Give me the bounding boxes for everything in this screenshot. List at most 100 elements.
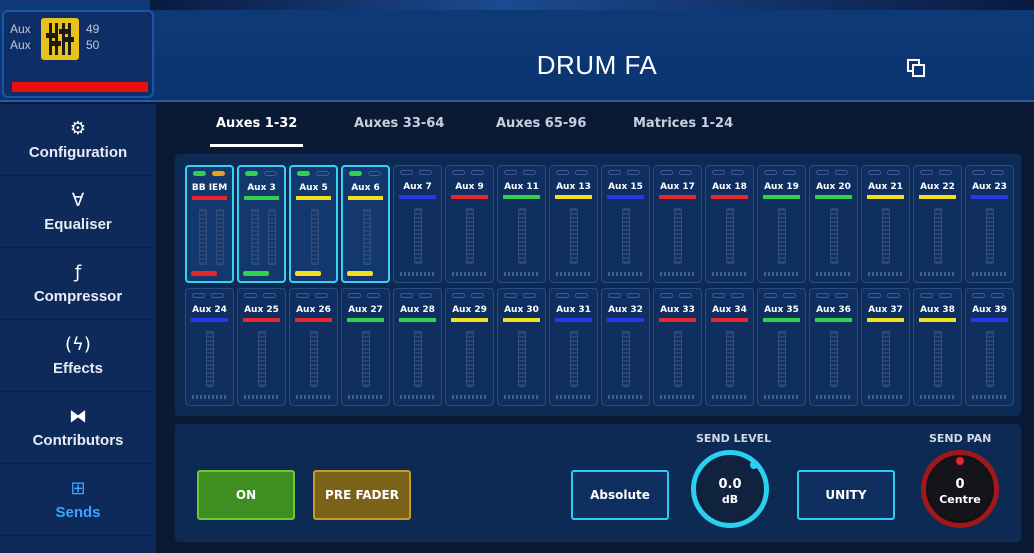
effects-icon: (ϟ): [65, 334, 91, 355]
level-scale: [764, 395, 799, 399]
level-meter: [778, 208, 786, 264]
aux-strip[interactable]: Aux 35: [757, 288, 806, 406]
aux-strip[interactable]: Aux 30: [497, 288, 546, 406]
strip-name: Aux 39: [972, 305, 1007, 315]
strip-color-bar: [451, 318, 488, 322]
level-meter: [934, 331, 942, 387]
level-meter: [414, 331, 422, 387]
pre-fader-button[interactable]: PRE FADER: [313, 470, 411, 520]
strip-name: Aux 26: [296, 305, 331, 315]
sidebar-item-compressor[interactable]: ƒ Compressor: [0, 248, 156, 320]
aux-strip[interactable]: Aux 21: [861, 165, 910, 283]
level-meter: [258, 331, 266, 387]
level-meter: [466, 331, 474, 387]
strip-name: Aux 31: [556, 305, 591, 315]
aux-strip[interactable]: Aux 24: [185, 288, 234, 406]
strip-color-bar: [763, 195, 800, 199]
aux-strip[interactable]: Aux 33: [653, 288, 702, 406]
aux-strip[interactable]: Aux 29: [445, 288, 494, 406]
send-pan-knob[interactable]: 0 Centre: [921, 450, 999, 528]
aux-strip[interactable]: Aux 26: [289, 288, 338, 406]
aux-strip[interactable]: Aux 28: [393, 288, 442, 406]
sidebar-item-effects[interactable]: (ϟ) Effects: [0, 320, 156, 392]
aux-strip[interactable]: Aux 6: [341, 165, 390, 283]
level-scale: [192, 395, 227, 399]
unity-button[interactable]: UNITY: [797, 470, 895, 520]
aux-strip[interactable]: Aux 36: [809, 288, 858, 406]
strip-color-bar: [919, 195, 956, 199]
strip-leds: [868, 170, 900, 175]
on-button[interactable]: ON: [197, 470, 295, 520]
aux-strip[interactable]: Aux 18: [705, 165, 754, 283]
channel-selector[interactable]: Aux Aux 49 50: [2, 10, 154, 98]
aux-strip[interactable]: Aux 31: [549, 288, 598, 406]
tab-auxes-33-64[interactable]: Auxes 33-64: [354, 116, 444, 131]
level-scale: [504, 272, 539, 276]
strip-leds: [920, 293, 952, 298]
strip-color-bar: [607, 195, 644, 199]
sends-icon: ⊞: [70, 478, 86, 499]
aux-strip[interactable]: Aux 27: [341, 288, 390, 406]
level-scale: [400, 272, 435, 276]
aux-strip[interactable]: Aux 39: [965, 288, 1014, 406]
aux-strip[interactable]: Aux 17: [653, 165, 702, 283]
aux-strip[interactable]: Aux 11: [497, 165, 546, 283]
level-scale: [608, 395, 643, 399]
aux-strip[interactable]: Aux 23: [965, 165, 1014, 283]
strip-name: Aux 6: [351, 183, 380, 193]
sidebar-item-contributors[interactable]: ⧓ Contributors: [0, 392, 156, 464]
strip-leds: [193, 171, 225, 176]
strip-color-bar: [555, 318, 592, 322]
aux-strip[interactable]: Aux 7: [393, 165, 442, 283]
send-level-indicator: [347, 271, 373, 276]
aux-strip[interactable]: Aux 34: [705, 288, 754, 406]
absolute-button[interactable]: Absolute: [571, 470, 669, 520]
aux-strip[interactable]: Aux 22: [913, 165, 962, 283]
tab-matrices-1-24[interactable]: Matrices 1-24: [633, 116, 733, 131]
copy-window-icon[interactable]: [906, 58, 926, 78]
send-level-value: 0.0: [718, 477, 742, 492]
level-meter: [830, 208, 838, 264]
strip-leds: [868, 293, 900, 298]
strip-leds: [608, 170, 640, 175]
strip-name: Aux 5: [299, 183, 328, 193]
sidebar-item-sends[interactable]: ⊞ Sends: [0, 464, 156, 536]
strip-leds: [972, 170, 1004, 175]
level-meter: [882, 208, 890, 264]
aux-strip[interactable]: Aux 37: [861, 288, 910, 406]
sidebar-item-equaliser[interactable]: ∀ Equaliser: [0, 176, 156, 248]
tab-auxes-1-32[interactable]: Auxes 1-32: [209, 116, 304, 147]
level-meter: [363, 209, 371, 265]
strip-leds: [504, 170, 536, 175]
level-meter: [414, 208, 422, 264]
aux-strip[interactable]: Aux 3: [237, 165, 286, 283]
strip-color-bar: [503, 318, 540, 322]
aux-strip[interactable]: Aux 25: [237, 288, 286, 406]
aux-strip[interactable]: Aux 20: [809, 165, 858, 283]
strip-name: Aux 38: [920, 305, 955, 315]
level-meter: [570, 208, 578, 264]
aux-strip[interactable]: Aux 38: [913, 288, 962, 406]
main-panel: Auxes 1-32 Auxes 33-64 Auxes 65-96 Matrices…: [158, 104, 1034, 553]
compressor-icon: ƒ: [74, 262, 82, 283]
strip-leds: [660, 293, 692, 298]
level-meter: [216, 209, 224, 265]
strip-leds: [452, 293, 484, 298]
level-scale: [972, 395, 1007, 399]
aux-strip[interactable]: BB IEM: [185, 165, 234, 283]
aux-strip[interactable]: Aux 9: [445, 165, 494, 283]
level-meter: [311, 209, 319, 265]
aux-strip[interactable]: Aux 13: [549, 165, 598, 283]
level-scale: [400, 395, 435, 399]
aux-strip[interactable]: Aux 5: [289, 165, 338, 283]
aux-strip[interactable]: Aux 15: [601, 165, 650, 283]
aux-strip[interactable]: Aux 32: [601, 288, 650, 406]
tab-auxes-65-96[interactable]: Auxes 65-96: [496, 116, 586, 131]
knob-indicator: [956, 457, 964, 465]
aux-strip[interactable]: Aux 19: [757, 165, 806, 283]
sidebar-item-configuration[interactable]: ⚙ Configuration: [0, 104, 156, 176]
strip-name: Aux 36: [816, 305, 851, 315]
level-scale: [452, 272, 487, 276]
strip-name: Aux 17: [660, 182, 695, 192]
send-level-knob[interactable]: 0.0 dB: [691, 450, 769, 528]
